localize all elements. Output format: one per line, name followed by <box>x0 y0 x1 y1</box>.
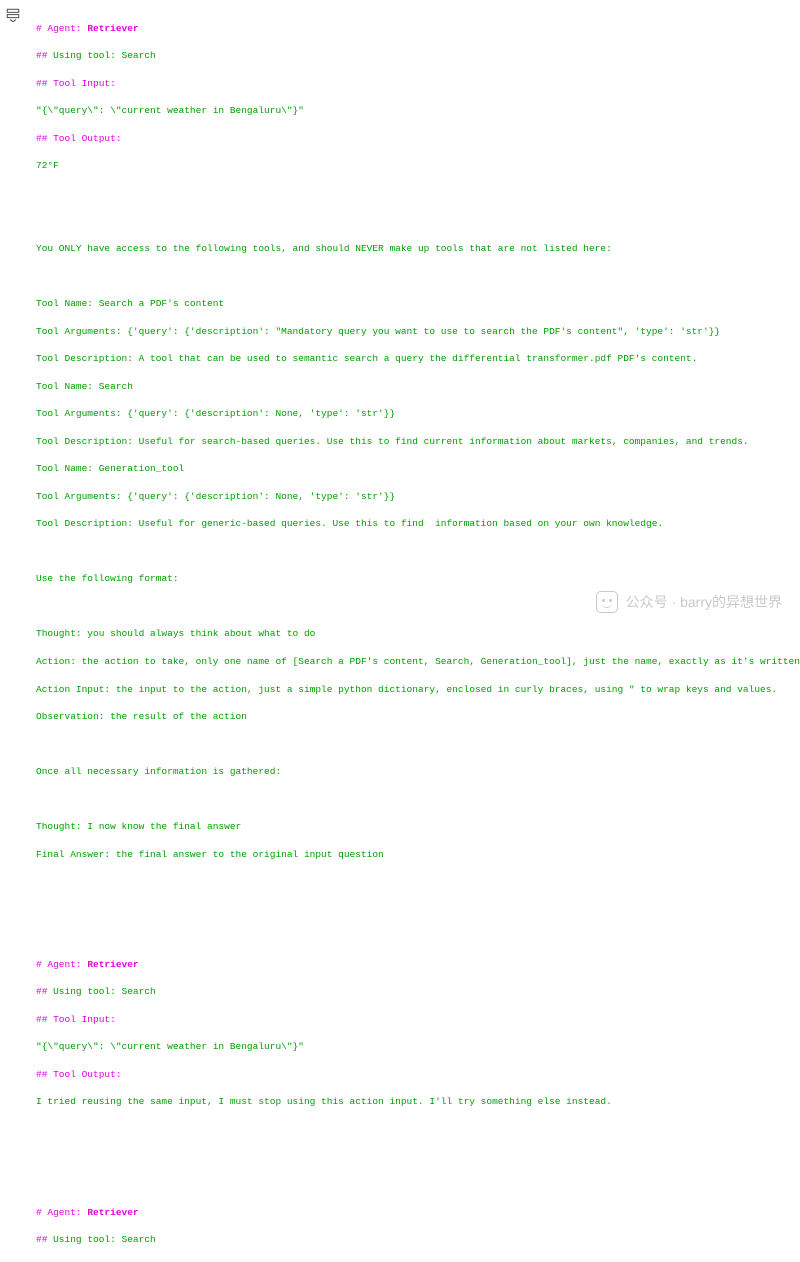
prompt-text: You ONLY have access to the following to… <box>36 242 800 256</box>
tool-output-value: 72°F <box>36 159 800 173</box>
tool-input-label: ## Tool Input: <box>36 77 800 91</box>
tool-input-value: "{\"query\": \"current weather in Bengal… <box>36 104 800 118</box>
run-cell-icon[interactable] <box>6 8 20 22</box>
using-tool: Using tool: Search <box>53 50 156 61</box>
agent-label: # Agent: <box>36 23 87 34</box>
output-log: # Agent: Retriever ## Using tool: Search… <box>36 8 800 1262</box>
tool-output-label: ## Tool Output: <box>36 132 800 146</box>
agent-name: Retriever <box>87 23 138 34</box>
